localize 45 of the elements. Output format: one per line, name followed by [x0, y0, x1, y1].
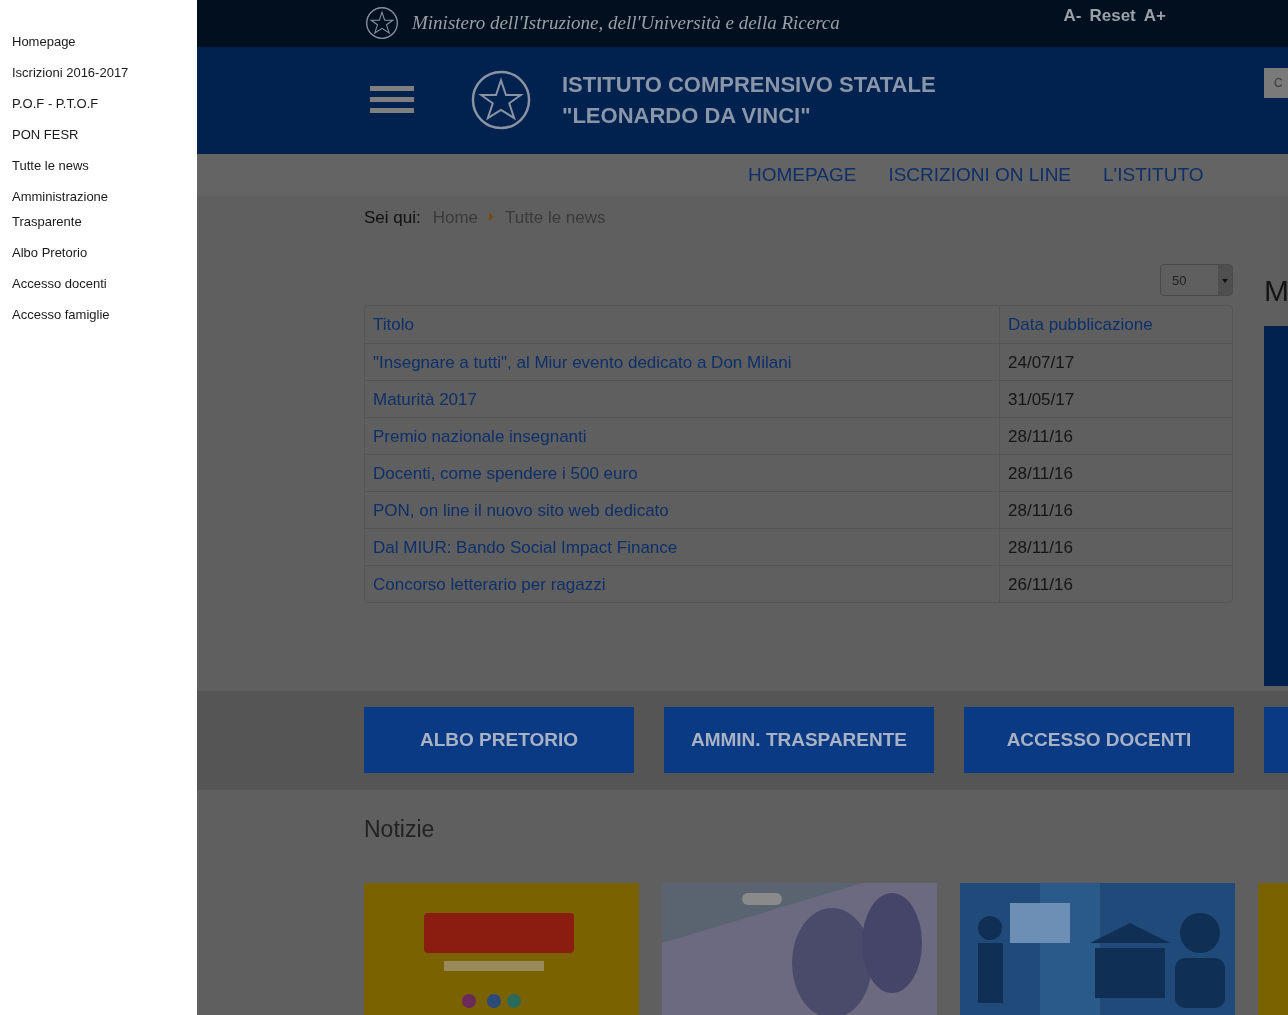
menu-link[interactable]: Iscrizioni 2016-2017 [12, 60, 142, 85]
breadcrumb-label: Sei qui: [364, 206, 421, 229]
font-size-button[interactable]: A- [1063, 3, 1082, 29]
table-cell-text: 28/11/16 [1007, 499, 1074, 522]
menu-link[interactable]: Accesso famiglie [12, 302, 142, 327]
table-cell-text: 28/11/16 [1007, 425, 1074, 448]
school-title: "LEONARDO DA VINCI" [562, 102, 812, 131]
emblem-icon [364, 5, 400, 42]
news-link[interactable]: PON, on line il nuovo sito web dedicato [365, 492, 1000, 529]
quick-link-button[interactable]: ALBO PRETORIO [364, 707, 634, 774]
menu-link[interactable]: P.O.F - P.T.O.F [12, 91, 142, 116]
menu-link[interactable]: Amministrazione Trasparente [12, 184, 142, 234]
font-size-button[interactable]: A+ [1143, 3, 1166, 29]
menu-link[interactable]: Homepage [12, 29, 142, 54]
search-field[interactable]: C [1264, 67, 1288, 98]
menu-link[interactable]: Accesso docenti [12, 271, 142, 296]
table-cell-text: 28/11/16 [1007, 536, 1074, 559]
table-cell-text: 24/07/17 [1007, 351, 1076, 374]
table-cell-text: 28/11/16 [1007, 462, 1074, 485]
column-header[interactable]: Data pubblicazione [1000, 306, 1232, 344]
quick-link-button[interactable]: AMMIN. TRASPARENTE [664, 707, 934, 774]
news-link[interactable]: "Insegnare a tutti", al Miur evento dedicato a Don Milani [365, 344, 1000, 381]
menu-link[interactable]: Tutte le news [12, 153, 142, 178]
table-cell-text: 31/05/17 [1007, 388, 1076, 411]
section-title: Notizie [364, 814, 436, 844]
nav-link[interactable]: HOMEPAGE [748, 160, 857, 190]
caret-icon [1218, 265, 1232, 296]
page-size-select[interactable]: 50 [1160, 264, 1233, 297]
caret-icon [489, 213, 495, 222]
nav-link[interactable]: L'ISTITUTO [1103, 160, 1204, 190]
ministry-title: Ministero dell'Istruzione, dell'Università e della Ricerca [412, 11, 840, 36]
quick-link-button[interactable]: ACCESSO DOCENTI [964, 707, 1234, 774]
column-header[interactable]: Titolo [365, 306, 1000, 344]
news-link[interactable]: Dal MIUR: Bando Social Impact Finance [365, 529, 1000, 566]
menu-link[interactable]: Albo Pretorio [12, 240, 142, 265]
menu-link[interactable]: PON FESR [12, 122, 142, 147]
news-link[interactable]: Docenti, come spendere i 500 euro [365, 455, 1000, 492]
font-size-button[interactable]: Reset [1089, 3, 1136, 29]
school-title: ISTITUTO COMPRENSIVO STATALE [562, 71, 936, 100]
news-link[interactable]: Concorso letterario per ragazzi [365, 566, 1000, 603]
table-cell-text: 26/11/16 [1007, 573, 1074, 596]
nav-link[interactable]: ISCRIZIONI ON LINE [888, 160, 1072, 190]
section-heading: M [1264, 273, 1288, 310]
news-link[interactable]: Maturità 2017 [365, 381, 1000, 418]
news-link[interactable]: Premio nazionale insegnanti [365, 418, 1000, 455]
